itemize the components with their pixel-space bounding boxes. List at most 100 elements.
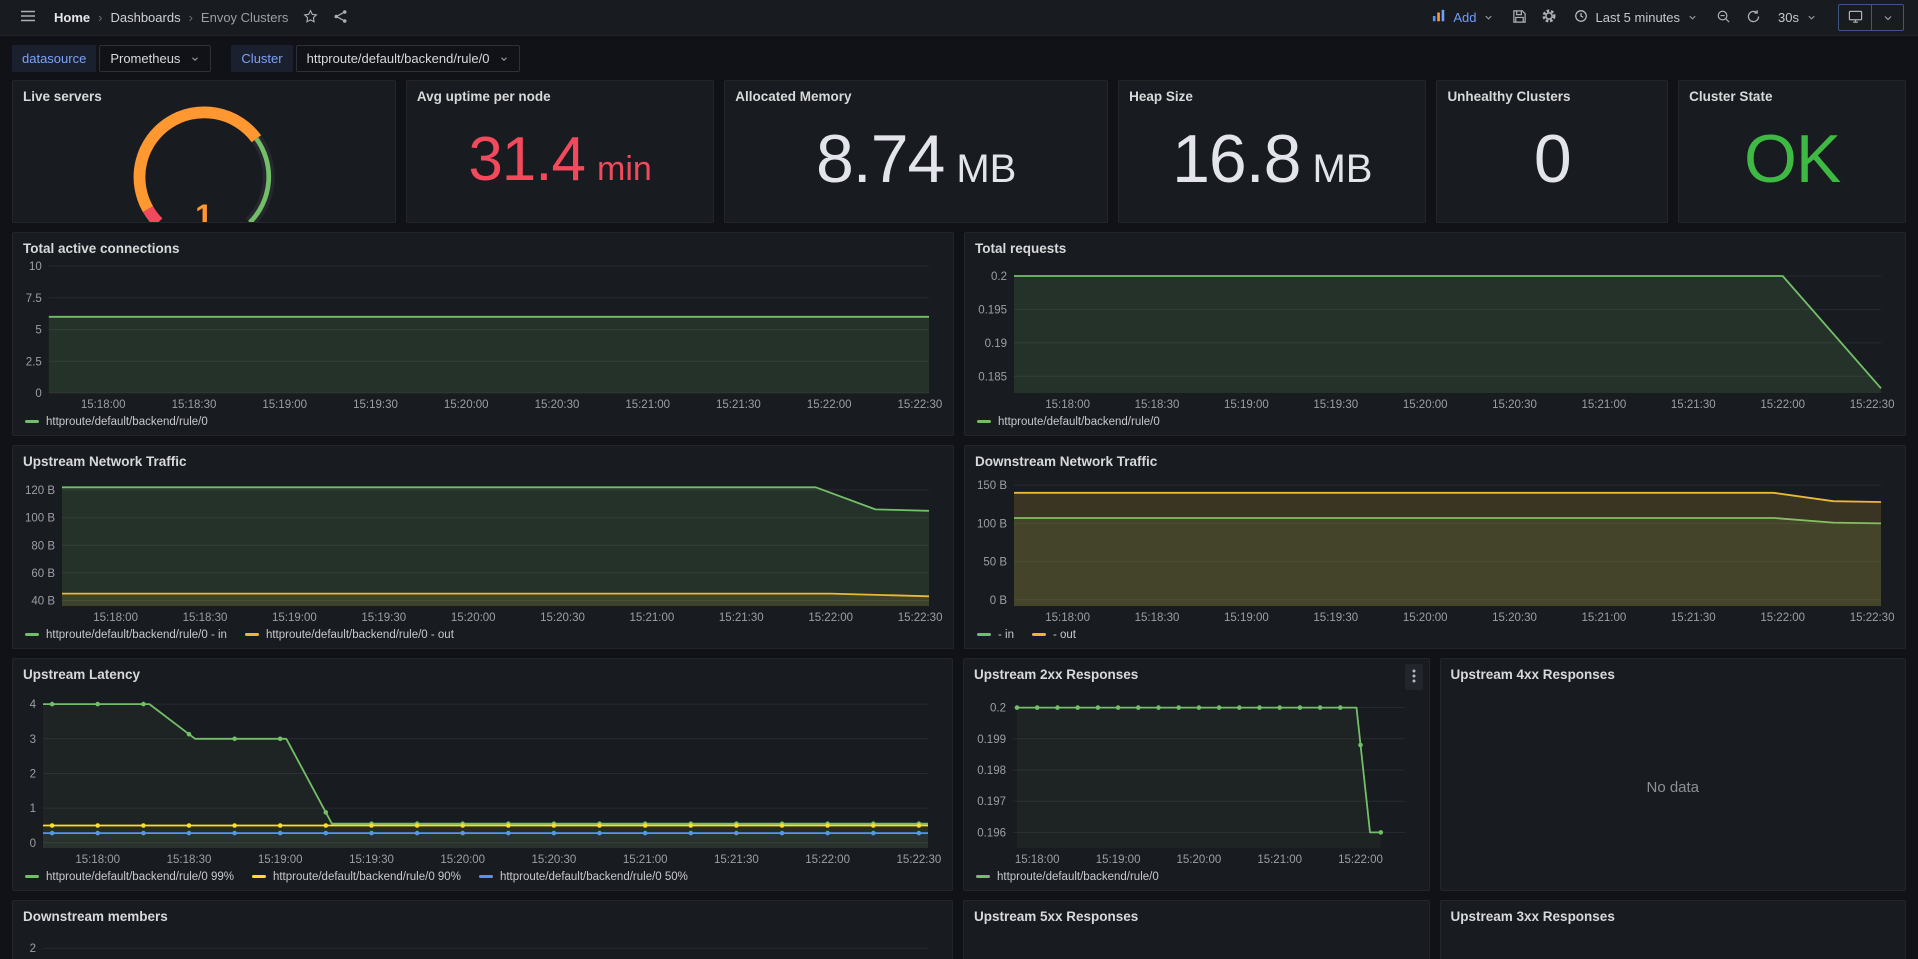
svg-text:15:20:00: 15:20:00 — [1177, 854, 1222, 866]
chart-total-requests[interactable]: 0.1850.190.1950.215:18:0015:18:3015:19:0… — [965, 258, 1905, 413]
panel-title[interactable]: Live servers — [13, 81, 395, 106]
svg-text:15:21:30: 15:21:30 — [1671, 612, 1716, 624]
svg-text:15:19:00: 15:19:00 — [262, 399, 307, 411]
legend-item[interactable]: httproute/default/backend/rule/0 — [977, 416, 1160, 428]
nav-collapse-button[interactable] — [1871, 5, 1903, 30]
svg-text:15:22:30: 15:22:30 — [1850, 399, 1895, 411]
svg-text:15:21:30: 15:21:30 — [714, 854, 759, 866]
row-members-responses: Downstream members 2 Upstream 5xx Respon… — [12, 900, 1906, 959]
refresh-interval-picker[interactable]: 30s — [1769, 4, 1826, 32]
svg-text:40 B: 40 B — [31, 596, 55, 608]
panel-title[interactable]: Unhealthy Clusters — [1437, 81, 1667, 106]
menu-toggle-button[interactable] — [14, 4, 42, 32]
panel-title[interactable]: Cluster State — [1679, 81, 1905, 106]
share-button[interactable] — [326, 4, 354, 32]
chart-total-active-connections[interactable]: 02.557.51015:18:0015:18:3015:19:0015:19:… — [13, 258, 953, 413]
panel-title[interactable]: Upstream 3xx Responses — [1441, 901, 1906, 926]
cluster-variable-select[interactable]: httproute/default/backend/rule/0 — [296, 45, 521, 72]
panel-title[interactable]: Upstream Network Traffic — [13, 446, 953, 471]
datasource-variable-select[interactable]: Prometheus — [99, 45, 211, 72]
svg-text:15:18:30: 15:18:30 — [1135, 612, 1180, 624]
panel-title[interactable]: Upstream 4xx Responses — [1441, 659, 1906, 684]
svg-text:15:20:00: 15:20:00 — [440, 854, 485, 866]
chart-svg: 02.557.51015:18:0015:18:3015:19:0015:19:… — [13, 258, 953, 413]
panel-title[interactable]: Avg uptime per node — [407, 81, 713, 106]
cluster-variable-label: Cluster — [231, 45, 292, 72]
svg-text:5: 5 — [35, 325, 41, 337]
panel-downstream-members: Downstream members 2 — [12, 900, 953, 959]
zoom-out-button[interactable] — [1709, 4, 1737, 32]
chevron-down-icon — [1882, 12, 1894, 24]
svg-text:15:18:00: 15:18:00 — [93, 612, 138, 624]
chart-upstream-network-traffic[interactable]: 40 B60 B80 B100 B120 B15:18:0015:18:3015… — [13, 471, 953, 626]
panel-upstream-5xx-responses: Upstream 5xx Responses — [963, 900, 1430, 959]
hamburger-icon — [20, 8, 36, 27]
chart-legend: - in - out — [965, 626, 1905, 648]
svg-text:15:20:00: 15:20:00 — [1403, 612, 1448, 624]
view-mode-split-button — [1838, 4, 1904, 31]
breadcrumb-dashboards[interactable]: Dashboards — [110, 10, 180, 25]
stat-number: 31.4 — [468, 124, 585, 195]
svg-text:150 B: 150 B — [977, 480, 1007, 492]
svg-text:15:22:00: 15:22:00 — [807, 399, 852, 411]
dashboard-variables-bar: datasource Prometheus Cluster httproute/… — [0, 36, 1918, 72]
legend-item[interactable]: httproute/default/backend/rule/0 99% — [25, 871, 234, 883]
breadcrumb-separator: › — [181, 10, 201, 25]
panel-title[interactable]: Upstream 5xx Responses — [964, 901, 1429, 926]
panel-title[interactable]: Heap Size — [1119, 81, 1425, 106]
row-latency-responses: Upstream Latency 0123415:18:0015:18:3015… — [12, 658, 1906, 891]
svg-text:15:19:00: 15:19:00 — [272, 612, 317, 624]
refresh-interval-label: 30s — [1778, 10, 1799, 25]
chart-upstream-latency[interactable]: 0123415:18:0015:18:3015:19:0015:19:3015:… — [13, 684, 952, 868]
dashboard-settings-button[interactable] — [1535, 4, 1563, 32]
panel-title[interactable]: Downstream Network Traffic — [965, 446, 1905, 471]
panel-upstream-3xx-responses: Upstream 3xx Responses — [1440, 900, 1907, 959]
legend-item[interactable]: - out — [1032, 629, 1076, 641]
svg-text:100 B: 100 B — [977, 518, 1007, 530]
refresh-button[interactable] — [1739, 4, 1767, 32]
panel-total-requests: Total requests 0.1850.190.1950.215:18:00… — [964, 232, 1906, 436]
svg-text:15:22:30: 15:22:30 — [1850, 612, 1895, 624]
panel-title[interactable]: Allocated Memory — [725, 81, 1107, 106]
svg-text:15:19:00: 15:19:00 — [1224, 399, 1269, 411]
chart-upstream-5xx-responses[interactable] — [964, 926, 1429, 959]
breadcrumb-home[interactable]: Home — [54, 10, 90, 25]
svg-text:15:22:00: 15:22:00 — [808, 612, 853, 624]
panel-live-servers: Live servers 1 — [12, 80, 396, 223]
time-range-picker[interactable]: Last 5 minutes — [1565, 4, 1707, 32]
panel-title[interactable]: Total active connections — [13, 233, 953, 258]
legend-item[interactable]: httproute/default/backend/rule/0 90% — [252, 871, 461, 883]
legend-item[interactable]: httproute/default/backend/rule/0 — [25, 416, 208, 428]
legend-item[interactable]: - in — [977, 629, 1014, 641]
tv-mode-button[interactable] — [1839, 5, 1871, 30]
chevron-down-icon — [190, 54, 200, 64]
chart-svg: 0 B50 B100 B150 B15:18:0015:18:3015:19:0… — [965, 471, 1905, 626]
add-button[interactable]: Add — [1423, 4, 1503, 32]
clock-icon — [1574, 9, 1588, 26]
svg-text:0.185: 0.185 — [978, 371, 1007, 383]
panel-title[interactable]: Upstream 2xx Responses — [964, 659, 1429, 684]
legend-item[interactable]: httproute/default/backend/rule/0 50% — [479, 871, 688, 883]
legend-item[interactable]: httproute/default/backend/rule/0 — [976, 871, 1159, 883]
svg-text:15:20:30: 15:20:30 — [532, 854, 577, 866]
svg-text:15:19:30: 15:19:30 — [353, 399, 398, 411]
chart-upstream-3xx-responses[interactable] — [1441, 926, 1906, 959]
legend-item[interactable]: httproute/default/backend/rule/0 - out — [245, 629, 454, 641]
stat-value: 31.4 min — [468, 124, 651, 195]
svg-text:15:18:30: 15:18:30 — [167, 854, 212, 866]
panel-title[interactable]: Upstream Latency — [13, 659, 952, 684]
chart-downstream-network-traffic[interactable]: 0 B50 B100 B150 B15:18:0015:18:3015:19:0… — [965, 471, 1905, 626]
svg-text:15:19:00: 15:19:00 — [1096, 854, 1141, 866]
chart-downstream-members[interactable]: 2 — [13, 926, 952, 959]
panel-downstream-network-traffic: Downstream Network Traffic 0 B50 B100 B1… — [964, 445, 1906, 649]
save-dashboard-button[interactable] — [1505, 4, 1533, 32]
legend-item[interactable]: httproute/default/backend/rule/0 - in — [25, 629, 227, 641]
chevron-down-icon — [1687, 12, 1698, 23]
chart-upstream-2xx-responses[interactable]: 0.1960.1970.1980.1990.215:18:0015:19:001… — [964, 684, 1429, 868]
chart-svg: 0123415:18:0015:18:3015:19:0015:19:3015:… — [13, 684, 952, 868]
panel-title[interactable]: Downstream members — [13, 901, 952, 926]
favorite-star-button[interactable] — [296, 4, 324, 32]
panel-title[interactable]: Total requests — [965, 233, 1905, 258]
chevron-down-icon — [499, 54, 509, 64]
monitor-icon — [1848, 9, 1863, 27]
